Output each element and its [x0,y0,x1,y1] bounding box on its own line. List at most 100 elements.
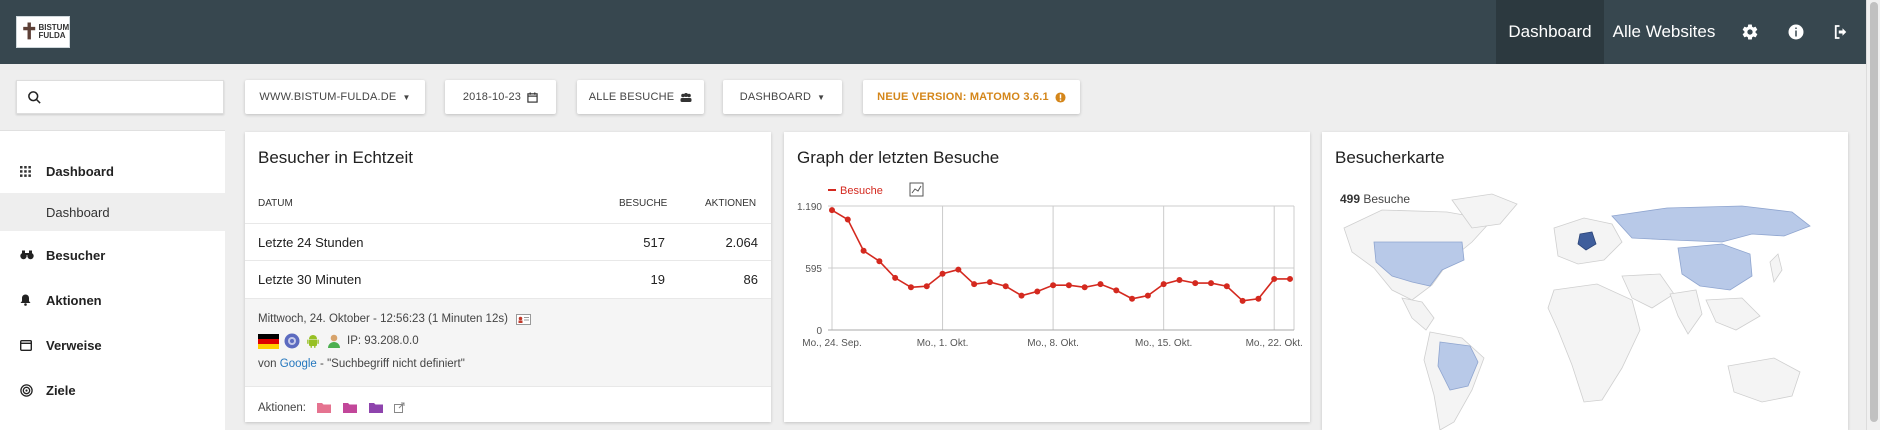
site-logo[interactable]: ✝ BISTUM FULDA [16,16,70,48]
row-label: Letzte 30 Minuten [258,272,362,287]
flag-germany-icon [258,333,279,349]
period-selector[interactable]: 2018-10-23 [445,80,556,114]
sidebar-item-label: Ziele [46,382,76,398]
x-tick-label: Mo., 22. Okt. [1246,338,1303,349]
y-tick-label: 1.190 [797,202,822,213]
data-point [1287,275,1293,282]
grid-icon [20,165,46,177]
data-point [1144,292,1151,299]
segment-selector-label: ALLE BESUCHE [588,91,675,103]
sidebar-item-label: Aktionen [46,292,102,308]
widget-title: Graph der letzten Besuche [797,148,1000,167]
referrer-link[interactable]: Google [280,358,317,370]
browser-icon [284,333,300,349]
caret-down-icon: ▼ [817,92,826,102]
info-icon[interactable] [1775,0,1817,64]
data-point [1002,283,1009,290]
data-point [1034,288,1041,295]
sidebar-item-label: Verweise [46,337,102,353]
map-africa [1547,283,1641,403]
data-point [955,266,962,273]
period-selector-label: 2018-10-23 [462,91,522,103]
visitor-profile-icon[interactable] [515,313,531,325]
data-point [1113,287,1120,294]
map-central-america [1401,297,1435,331]
alert-icon [1055,91,1066,103]
actions-label: Aktionen: [258,401,306,414]
column-header-visits: BESUCHE [619,198,668,209]
sidebar-item-dashboard[interactable]: Dashboard [0,153,225,189]
logout-icon[interactable] [1820,0,1862,64]
nav-dashboard[interactable]: Dashboard [1496,0,1604,64]
sidebar-item-ziele[interactable]: Ziele [0,372,225,408]
sidebar-item-besucher[interactable]: Besucher [0,237,225,273]
dashboard-selector[interactable]: DASHBOARD ▼ [723,80,842,114]
visitor-icon [328,334,340,348]
row-actions: 86 [743,272,758,287]
sidebar-item-aktionen[interactable]: Aktionen [0,282,225,318]
scrollbar-thumb[interactable] [1870,2,1878,422]
sidebar: Dashboard Dashboard Besucher Aktionen Ve… [0,130,225,430]
new-version-notice[interactable]: NEUE VERSION: MATOMO 3.6.1 [863,80,1080,114]
visit-time: Mittwoch, 24. Oktober - 12:56:23 (1 Minu… [258,313,508,325]
data-point [1239,297,1246,304]
folder-icon[interactable] [342,401,358,414]
visitor-ip: IP: 93.208.0.0 [347,335,419,347]
data-point [986,279,993,286]
y-tick-label: 595 [805,264,822,275]
folder-icon[interactable] [368,401,384,414]
sidebar-subitem-dashboard[interactable]: Dashboard [0,193,225,231]
map-india [1669,289,1703,335]
segment-selector[interactable]: ALLE BESUCHE [577,80,704,114]
x-tick-label: Mo., 15. Okt. [1135,338,1192,349]
data-point [829,207,835,214]
table-row: Letzte 30 Minuten 19 86 [245,260,771,298]
visits-graph-widget: Graph der letzten Besuche Besuche 1.190 59… [784,132,1310,422]
data-point [1050,282,1057,289]
dashboard-selector-label: DASHBOARD [739,91,812,103]
visit-actions: Aktionen: [245,386,771,426]
data-point [860,247,867,254]
search-input[interactable] [48,90,208,104]
site-selector[interactable]: WWW.BISTUM-FULDA.DE ▼ [245,80,425,114]
nav-all-websites[interactable]: Alle Websites [1604,0,1724,64]
folder-icon[interactable] [316,401,332,414]
map-southeast-asia [1705,297,1761,331]
cross-icon: ✝ [20,19,39,45]
caret-down-icon: ▼ [402,92,411,102]
row-actions: 2.064 [725,235,758,250]
map-australia [1727,357,1801,403]
visits-line-chart[interactable]: Besuche 1.190 595 0Mo., 24. Sep. Mo., 1. Okt… [784,182,1310,422]
column-header-actions: AKTIONEN [705,198,757,209]
legend-label: Besuche [840,185,883,197]
x-tick-label: Mo., 1. Okt. [917,338,969,349]
sidebar-item-label: Dashboard [46,163,114,179]
data-point [892,274,899,281]
world-map[interactable] [1322,190,1848,430]
sidebar-item-label: Besucher [46,247,106,263]
column-header-date: DATUM [258,198,293,209]
window-icon [20,339,46,351]
visitor-map-widget: Besucherkarte 499 Besuche [1322,132,1848,430]
visit-detail: Mittwoch, 24. Oktober - 12:56:23 (1 Minu… [245,298,771,386]
page-scrollbar[interactable] [1866,0,1880,430]
sidebar-item-verweise[interactable]: Verweise [0,327,225,363]
new-version-label: NEUE VERSION: MATOMO 3.6.1 [877,91,1049,103]
gear-icon[interactable] [1729,0,1771,64]
data-point [907,284,914,291]
site-selector-label: WWW.BISTUM-FULDA.DE [259,91,397,103]
users-icon [680,92,692,102]
calendar-icon [527,91,538,103]
data-point [1065,282,1072,289]
row-visits: 517 [643,235,665,250]
realtime-visitors-widget: Besucher in Echtzeit DATUM BESUCHE AKTIO… [245,132,771,422]
series-line-besuche [831,209,1290,302]
binoculars-icon [20,250,46,260]
logo-line-2: FULDA [38,31,66,40]
data-point [971,281,978,288]
data-point [1223,283,1230,290]
search-box[interactable] [16,80,224,114]
x-tick-label: Mo., 24. Sep. [802,338,861,349]
external-link-icon[interactable] [393,402,405,413]
referrer-prefix: von [258,358,277,370]
